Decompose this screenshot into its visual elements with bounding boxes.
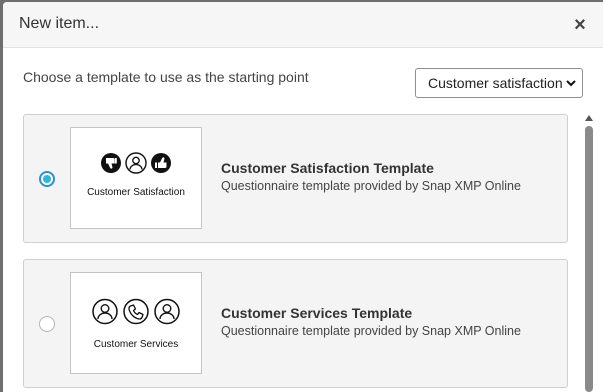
person-icon bbox=[92, 298, 118, 325]
template-description: Questionnaire template provided by Snap … bbox=[221, 324, 521, 338]
thumbnail-caption: Customer Satisfaction bbox=[87, 187, 185, 198]
template-radio[interactable] bbox=[39, 316, 55, 332]
close-icon: × bbox=[574, 14, 586, 36]
template-card-customer-satisfaction[interactable]: Customer Satisfaction Customer Satisfact… bbox=[23, 114, 568, 243]
thumbs-down-icon bbox=[101, 153, 121, 173]
template-thumbnail: Customer Satisfaction bbox=[70, 127, 202, 229]
person-icon bbox=[154, 298, 180, 325]
thumbs-up-icon bbox=[151, 153, 171, 173]
template-card-customer-services[interactable]: Customer Services Customer Services Temp… bbox=[23, 259, 568, 388]
template-category-select[interactable]: Customer satisfaction bbox=[415, 68, 583, 98]
template-description: Questionnaire template provided by Snap … bbox=[221, 179, 521, 193]
template-prompt: Choose a template to use as the starting… bbox=[23, 69, 309, 85]
template-radio-selected[interactable] bbox=[39, 171, 55, 187]
template-list: Customer Satisfaction Customer Satisfact… bbox=[23, 114, 569, 392]
template-thumbnail: Customer Services bbox=[70, 272, 202, 374]
template-list-scrollbar[interactable] bbox=[584, 114, 594, 392]
select-value: Customer satisfaction bbox=[428, 75, 563, 91]
dialog-header: New item... × bbox=[3, 2, 603, 48]
chevron-down-icon bbox=[564, 69, 578, 97]
close-button[interactable]: × bbox=[571, 14, 589, 36]
scrollbar-thumb[interactable] bbox=[585, 126, 593, 392]
person-icon bbox=[125, 152, 147, 174]
services-icons bbox=[71, 298, 201, 325]
phone-icon bbox=[123, 298, 149, 325]
template-title: Customer Satisfaction Template bbox=[221, 160, 434, 176]
dialog-title: New item... bbox=[19, 15, 100, 32]
scroll-up-arrow-icon[interactable] bbox=[584, 114, 594, 122]
new-item-dialog: New item... × Choose a template to use a… bbox=[3, 2, 603, 392]
template-title: Customer Services Template bbox=[221, 305, 413, 321]
thumbnail-caption: Customer Services bbox=[93, 339, 179, 350]
satisfaction-icons bbox=[71, 152, 201, 174]
